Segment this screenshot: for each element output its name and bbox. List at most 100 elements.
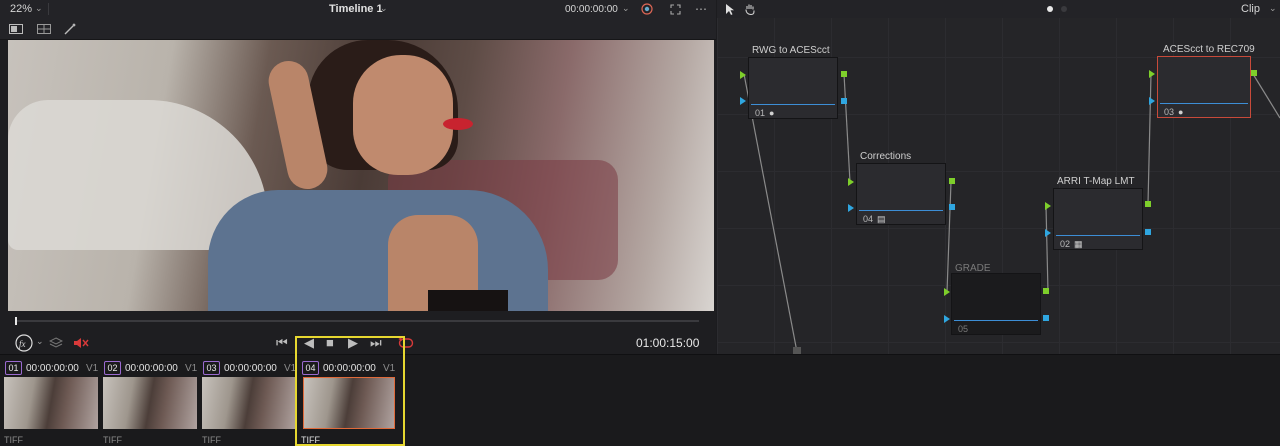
node-key-bar — [1056, 235, 1140, 236]
clip-number-badge: 02 — [104, 361, 121, 375]
fullscreen-icon[interactable] — [668, 2, 682, 16]
clip-track: V1 — [86, 363, 99, 374]
timeline-title[interactable]: Timeline 1 — [329, 3, 383, 15]
clip-thumbnail[interactable] — [303, 377, 395, 429]
clip-number-badge: 03 — [203, 361, 220, 375]
output-port-green[interactable] — [841, 71, 847, 77]
clip-thumbnail[interactable] — [103, 377, 197, 429]
node-title-02: ARRI T-Map LMT — [1057, 176, 1135, 187]
node-input-anchor[interactable] — [793, 347, 801, 354]
output-port-green[interactable] — [949, 178, 955, 184]
go-to-end-icon[interactable]: ⏭ — [370, 335, 382, 351]
clip-03[interactable]: 03 00:00:00:00 V1 TIFF — [198, 355, 297, 446]
clip-format: TIFF — [4, 435, 23, 445]
ace-icon: ● — [769, 108, 775, 118]
go-to-start-icon[interactable]: ⏮ — [276, 335, 288, 351]
clip-format: TIFF — [103, 435, 122, 445]
playhead[interactable] — [15, 317, 17, 325]
node-number: 01 — [755, 108, 766, 118]
current-timecode: 01:00:15:00 — [636, 336, 700, 350]
clip-number-badge: 04 — [302, 361, 319, 375]
clip-format: TIFF — [202, 435, 221, 445]
clip-track: V1 — [185, 363, 198, 374]
ace-icon: ● — [1178, 107, 1184, 117]
output-port-blue[interactable] — [1043, 315, 1049, 321]
timecode-chevron-down-icon[interactable]: ⌄ — [622, 3, 630, 14]
node-number: 05 — [958, 324, 969, 334]
node-editor[interactable]: Clip ⌄ RWG to ACEScct 01 ● Corrections 0… — [717, 0, 1280, 354]
top — [428, 290, 508, 311]
video-frame[interactable] — [8, 40, 714, 311]
input-port-blue[interactable] — [1149, 97, 1155, 105]
node-02[interactable]: 02 ▦ — [1053, 188, 1143, 250]
node-title-04: Corrections — [860, 151, 912, 162]
mute-icon[interactable] — [72, 335, 90, 351]
bars-icon: ▤ — [877, 214, 886, 224]
clip-track: V1 — [284, 363, 297, 374]
input-port-green[interactable] — [740, 71, 746, 79]
clip-thumbnail[interactable] — [202, 377, 296, 429]
clip-timecode: 00:00:00:00 — [224, 363, 277, 374]
clip-timecode: 00:00:00:00 — [323, 363, 376, 374]
node-01[interactable]: 01 ● — [748, 57, 838, 119]
clip-01[interactable]: 01 00:00:00:00 V1 TIFF — [0, 355, 99, 446]
viewer-header: 22% ⌄ Timeline 1 ⌄ 00:00:00:00 ⌄ ⋯ — [0, 0, 716, 18]
zoom-level[interactable]: 22% — [10, 3, 32, 15]
clip-02[interactable]: 02 00:00:00:00 V1 TIFF — [99, 355, 198, 446]
clip-number-badge: 01 — [5, 361, 22, 375]
scrubber-track[interactable] — [15, 320, 699, 322]
input-port-green[interactable] — [1045, 202, 1051, 210]
clip-timecode: 00:00:00:00 — [125, 363, 178, 374]
grid-icon: ▦ — [1074, 239, 1083, 249]
layers-icon[interactable] — [48, 335, 64, 351]
node-title-03: ACEScct to REC709 — [1163, 44, 1255, 55]
input-port-green[interactable] — [1149, 70, 1155, 78]
output-port-blue[interactable] — [1145, 229, 1151, 235]
input-port-blue[interactable] — [848, 204, 854, 212]
output-port-green[interactable] — [1043, 288, 1049, 294]
fx-chevron-down-icon[interactable]: ⌄ — [36, 336, 44, 347]
node-key-bar — [859, 210, 943, 211]
play-reverse-icon[interactable]: ◀ — [304, 335, 314, 351]
svg-text:fx: fx — [19, 339, 26, 349]
viewer-toolbar — [0, 18, 716, 40]
output-port-blue[interactable] — [841, 98, 847, 104]
play-icon[interactable]: ▶ — [348, 335, 358, 351]
divider — [48, 3, 49, 15]
viewer-timecode[interactable]: 00:00:00:00 — [565, 4, 618, 15]
single-viewer-icon[interactable] — [8, 22, 24, 36]
node-key-bar — [954, 320, 1038, 321]
clip-format: TIFF — [301, 435, 320, 445]
fx-icon[interactable]: fx — [14, 333, 34, 353]
transport-bar: fx ⌄ ⏮ ◀ ■ ▶ ⏭ 01:00:15:00 — [0, 332, 716, 354]
clip-timecode: 00:00:00:00 — [26, 363, 79, 374]
timeline-chevron-down-icon[interactable]: ⌄ — [380, 3, 388, 14]
node-number: 03 — [1164, 107, 1175, 117]
node-03[interactable]: 03 ● — [1157, 56, 1251, 118]
zoom-chevron-down-icon[interactable]: ⌄ — [35, 3, 43, 14]
loop-icon[interactable] — [398, 336, 414, 350]
split-viewer-icon[interactable] — [36, 22, 52, 36]
color-wheel-icon[interactable] — [640, 2, 654, 16]
clip-track: V1 — [383, 363, 396, 374]
stop-icon[interactable]: ■ — [326, 335, 334, 350]
output-port-green[interactable] — [1251, 70, 1257, 76]
node-title-01: RWG to ACEScct — [752, 45, 830, 56]
input-port-green[interactable] — [848, 178, 854, 186]
input-port-blue[interactable] — [944, 315, 950, 323]
input-port-blue[interactable] — [740, 97, 746, 105]
node-number: 02 — [1060, 239, 1071, 249]
output-port-green[interactable] — [1145, 201, 1151, 207]
magic-wand-icon[interactable] — [62, 21, 78, 37]
face — [353, 55, 453, 175]
node-key-bar — [1160, 103, 1248, 104]
more-options-icon[interactable]: ⋯ — [694, 2, 708, 16]
output-port-blue[interactable] — [949, 204, 955, 210]
input-port-green[interactable] — [944, 288, 950, 296]
lips — [443, 118, 473, 130]
clip-04[interactable]: 04 00:00:00:00 V1 TIFF — [297, 355, 396, 446]
clip-thumbnail[interactable] — [4, 377, 98, 429]
node-05[interactable]: 05 — [951, 273, 1041, 335]
input-port-blue[interactable] — [1045, 229, 1051, 237]
node-04[interactable]: 04 ▤ — [856, 163, 946, 225]
